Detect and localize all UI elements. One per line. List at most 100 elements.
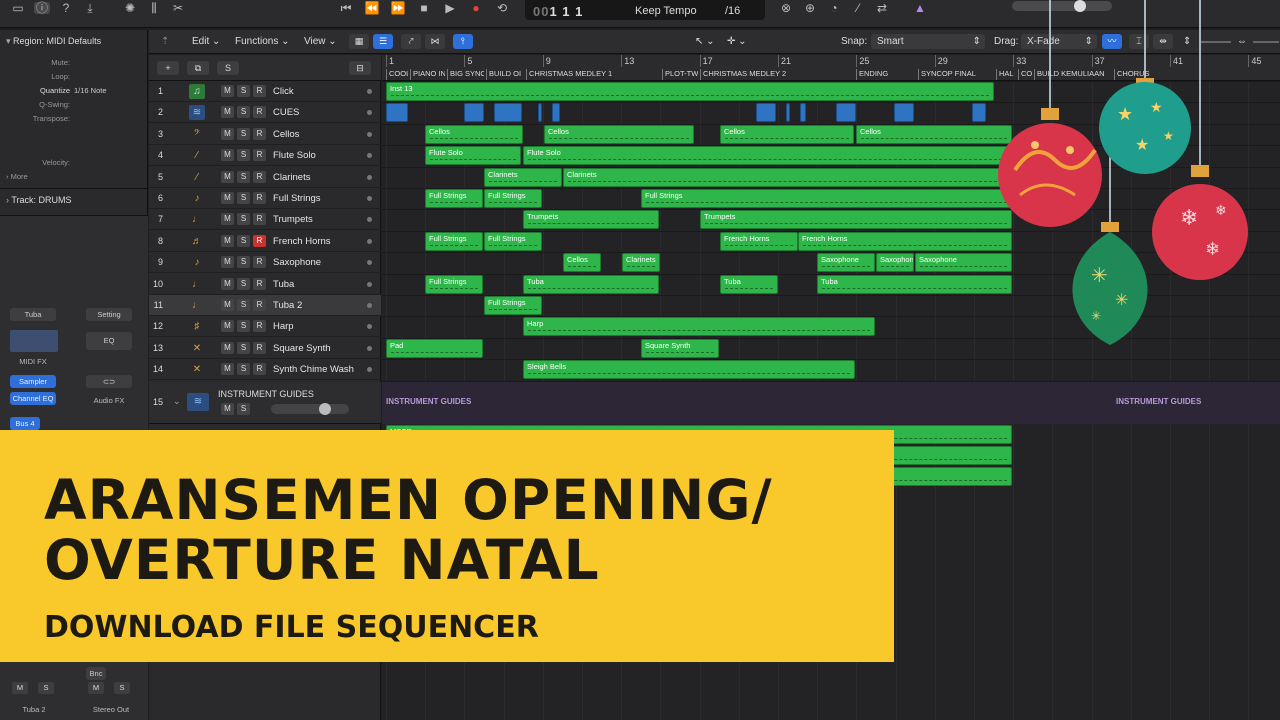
region-r12a[interactable]: Harp — [523, 317, 875, 337]
solo-button[interactable]: S — [237, 192, 250, 204]
help-icon[interactable]: ? — [58, 2, 74, 14]
record-enable-button[interactable]: R — [253, 192, 266, 204]
region-r3a[interactable]: Cellos — [425, 124, 523, 144]
region-cue-audio[interactable] — [836, 103, 856, 123]
global-solo-button[interactable]: S — [217, 61, 239, 75]
region-r6b[interactable]: Full Strings — [484, 189, 542, 208]
grid-view-icon[interactable]: ▦ — [349, 34, 369, 49]
solo-button[interactable]: S — [237, 85, 250, 97]
quantize-value[interactable]: 1/16 Note — [74, 86, 107, 95]
folder-mute-button[interactable]: M — [221, 403, 234, 415]
audio-fx-slot[interactable]: Channel EQ — [10, 392, 56, 405]
marker[interactable]: SYNCOP FINAL — [918, 69, 994, 80]
edit-menu[interactable]: Edit ⌄ — [192, 34, 220, 49]
track-header-6[interactable]: 6 ♪ M S R Full Strings — [149, 188, 381, 209]
strip-setting-left[interactable]: Tuba — [10, 308, 56, 321]
snap-select[interactable]: Smart ⇕ — [871, 34, 985, 49]
region-r13b[interactable]: Square Synth — [641, 338, 719, 358]
track-header-4[interactable]: 4 ⁄ M S R Flute Solo — [149, 145, 381, 167]
record-enable-button[interactable]: R — [253, 85, 266, 97]
strip-mute-left[interactable]: M — [12, 682, 28, 694]
mixer-icon[interactable]: ⫼ — [146, 2, 162, 14]
instrument-guides-lane[interactable]: INSTRUMENT GUIDES INSTRUMENT GUIDES — [382, 382, 1280, 424]
solo-button[interactable]: S — [237, 149, 250, 162]
region-r10d[interactable]: Tuba — [817, 274, 1012, 294]
track-header-1[interactable]: 1 ♫ M S R Click — [149, 81, 381, 102]
functions-menu[interactable]: Functions ⌄ — [235, 34, 290, 49]
backward-icon[interactable]: ⏪ — [364, 2, 380, 14]
solo-button[interactable]: S — [237, 256, 250, 269]
region-r5b[interactable]: Clarinets — [563, 167, 1012, 187]
solo-button[interactable]: S — [237, 341, 250, 354]
region-r3d[interactable]: Cellos — [856, 124, 1012, 144]
marker[interactable]: PIANO INTRO — [410, 69, 445, 80]
region-cue-audio[interactable] — [386, 103, 408, 123]
region-cue-audio[interactable] — [800, 103, 806, 123]
region-r9c[interactable]: Saxophone — [817, 253, 875, 273]
duplicate-track-icon[interactable]: ⧉ — [187, 61, 209, 75]
brush-icon[interactable]: ⁄ — [850, 2, 866, 14]
shuffle-icon[interactable]: ⇄ — [874, 2, 890, 14]
smart-controls-icon[interactable]: ✺ — [122, 2, 138, 14]
library-icon[interactable]: ▭ — [10, 2, 26, 14]
mute-button[interactable]: M — [221, 149, 234, 162]
track-name[interactable]: CUES — [273, 107, 299, 118]
send-slot[interactable]: Bus 4 — [10, 417, 40, 430]
region-r4a[interactable]: Flute Solo — [425, 146, 521, 166]
folder-disclosure-icon[interactable]: ⌄ — [173, 396, 181, 407]
region-r9b[interactable]: Clarinets — [622, 253, 660, 273]
record-enable-button[interactable]: R — [253, 363, 266, 376]
region-r8b[interactable]: Full Strings — [484, 231, 542, 251]
rewind-icon[interactable]: ⏮ — [338, 2, 354, 14]
track-header-14[interactable]: 14 ✕ M S R Synth Chime Wash — [149, 359, 381, 381]
mute-button[interactable]: M — [221, 234, 234, 247]
metronome-icon[interactable]: ▲ — [912, 2, 928, 14]
mute-button[interactable]: M — [221, 106, 234, 119]
record-enable-button[interactable]: R — [253, 149, 266, 162]
marker[interactable]: PLOT-TWIST — [662, 69, 698, 80]
record-enable-button[interactable]: R — [253, 213, 266, 226]
track-name[interactable]: Tuba 2 — [273, 300, 302, 311]
record-enable-button[interactable]: R — [253, 277, 266, 290]
solo-button[interactable]: S — [237, 106, 250, 119]
midi-fx-label[interactable]: MIDI FX — [10, 357, 56, 366]
track-header-8[interactable]: 8 ♬ M S R French Horns — [149, 231, 381, 252]
folder-volume-knob[interactable] — [319, 403, 331, 415]
tuner-icon[interactable]: ⊗ — [778, 2, 794, 14]
solo-button[interactable]: S — [237, 234, 250, 247]
marker[interactable]: BIG SYNC — [447, 69, 484, 80]
secondary-tool-icon[interactable]: ✛ ⌄ — [727, 34, 747, 49]
strip-setting-right[interactable]: Setting — [86, 308, 132, 321]
solo-button[interactable]: S — [237, 299, 250, 311]
track-header-3[interactable]: 3 𝄢 M S R Cellos — [149, 124, 381, 145]
track-name[interactable]: Square Synth — [273, 343, 331, 354]
track-name[interactable]: Tuba — [273, 279, 294, 290]
mute-button[interactable]: M — [221, 341, 234, 354]
track-name[interactable]: Cellos — [273, 129, 299, 140]
record-enable-button[interactable]: R — [253, 127, 266, 140]
marker[interactable]: ENDING — [856, 69, 916, 80]
track-header-10[interactable]: 10 ♩ M S R Tuba — [149, 274, 381, 295]
solo-button[interactable]: S — [237, 213, 250, 226]
back-arrow-icon[interactable]: ⇡ — [161, 34, 169, 49]
mute-button[interactable]: M — [221, 256, 234, 269]
region-r10b[interactable]: Tuba — [523, 274, 659, 294]
mute-button[interactable]: M — [221, 213, 234, 226]
region-cue-audio[interactable] — [786, 103, 790, 123]
region-r8d[interactable]: French Horns — [798, 231, 1012, 251]
marker[interactable]: COOL — [386, 69, 408, 80]
region-r10c[interactable]: Tuba — [720, 274, 778, 294]
marker[interactable]: CHRISTMAS MEDLEY 2 — [700, 69, 854, 80]
region-cue-audio[interactable] — [972, 103, 986, 123]
more-row[interactable]: › More — [0, 170, 148, 184]
record-enable-button[interactable]: R — [253, 106, 266, 119]
region-cue-audio[interactable] — [894, 103, 914, 123]
stop-icon[interactable]: ■ — [416, 2, 432, 14]
region-r8a[interactable]: Full Strings — [425, 231, 483, 251]
mute-button[interactable]: M — [221, 85, 234, 97]
forward-icon[interactable]: ⏩ — [390, 2, 406, 14]
region-r9a[interactable]: Cellos — [563, 253, 601, 273]
flex-icon[interactable]: ⋈ — [425, 34, 445, 49]
region-r7b[interactable]: Trumpets — [700, 210, 1012, 230]
automation-icon[interactable]: ⤤ — [401, 34, 421, 49]
